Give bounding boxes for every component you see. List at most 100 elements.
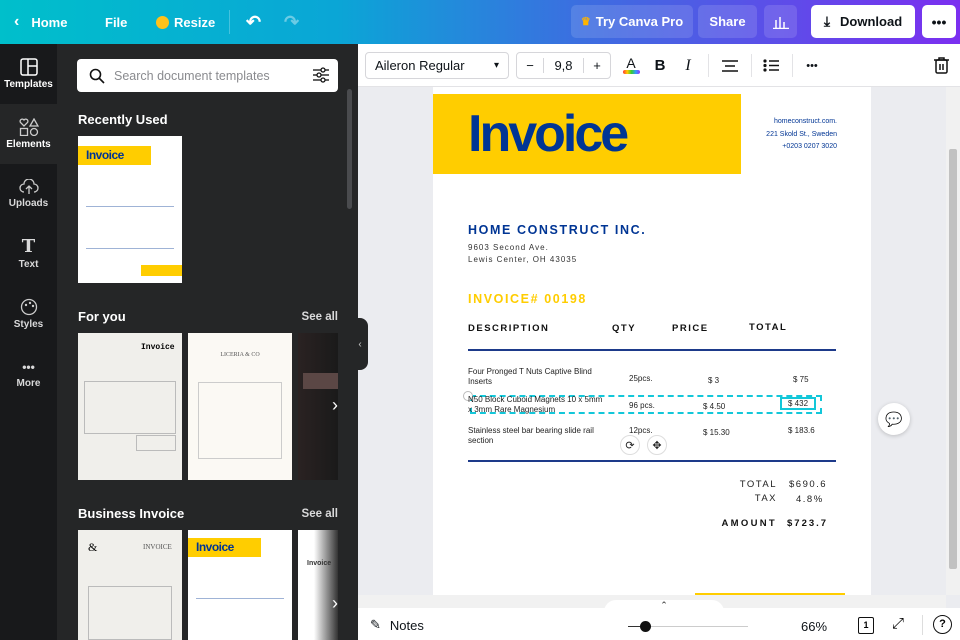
- divider: [468, 460, 836, 462]
- row-description: N50 Block Cuboid Magnets 10 x 5mm x 3mm …: [468, 395, 603, 414]
- row-price: $ 4.50: [703, 402, 726, 411]
- zoom-slider-handle[interactable]: [640, 621, 651, 632]
- rail-uploads[interactable]: Uploads: [0, 164, 57, 224]
- rail-more[interactable]: ••• More: [0, 344, 57, 404]
- rail-elements[interactable]: Elements: [0, 104, 57, 164]
- more-options-icon[interactable]: •••: [922, 5, 956, 38]
- divider: [468, 349, 836, 351]
- contact-block[interactable]: homeconstruct.com. 221 Skold St., Sweden…: [766, 116, 837, 154]
- crown-icon: ♛: [580, 16, 591, 28]
- business-invoice-heading: Business Invoice: [78, 506, 185, 521]
- template-thumbnail[interactable]: & INVOICE: [78, 530, 182, 640]
- help-icon[interactable]: ?: [933, 615, 952, 634]
- amount-label: AMOUNT: [721, 518, 777, 529]
- font-size-input[interactable]: 9,8: [544, 58, 583, 73]
- collapse-panel-button[interactable]: ‹: [352, 318, 368, 370]
- filter-icon[interactable]: [313, 67, 329, 86]
- row-description: Stainless steel bar bearing slide rail s…: [468, 426, 594, 445]
- thumb-title: Invoice: [86, 148, 124, 162]
- thumb-title: LICERIA & CO: [220, 352, 260, 358]
- template-search-input[interactable]: Search document templates: [77, 59, 338, 92]
- divider: [922, 615, 923, 635]
- more-icon[interactable]: •••: [800, 52, 824, 79]
- chevron-right-icon[interactable]: ›: [322, 590, 348, 616]
- palette-icon: [20, 298, 37, 316]
- for-you-heading: For you: [78, 309, 126, 324]
- text-color-icon[interactable]: A: [621, 52, 641, 79]
- top-bar: ‹ Home File Resize ↶ ↷ ♛ Try Canva Pro Sha…: [0, 0, 960, 44]
- thumb-title: Invoice: [196, 540, 234, 554]
- text-toolbar: Aileron Regular ▾ − 9,8 + A B I •••: [358, 44, 960, 87]
- trash-icon[interactable]: [931, 52, 951, 79]
- rail-label: Styles: [13, 319, 44, 330]
- home-button[interactable]: ‹ Home: [14, 0, 67, 44]
- invoice-number[interactable]: INVOICE# 00198: [468, 292, 587, 306]
- side-rail: Templates Elements Uploads T Text Styles …: [0, 44, 57, 640]
- increase-font-size-button[interactable]: +: [583, 58, 610, 73]
- more-icon: •••: [22, 359, 35, 374]
- share-button[interactable]: Share: [698, 5, 757, 38]
- recent-template-thumbnail[interactable]: Invoice: [78, 136, 182, 283]
- thumb-title: Invoice: [307, 560, 332, 567]
- template-thumbnail[interactable]: Invoice: [78, 333, 182, 480]
- thumb-title: INVOICE: [143, 543, 172, 551]
- try-canva-pro-button[interactable]: ♛ Try Canva Pro: [571, 5, 693, 38]
- scroll-thumb[interactable]: [949, 149, 957, 569]
- undo-icon[interactable]: ↶: [246, 0, 261, 44]
- notes-icon: ✎: [370, 617, 381, 632]
- page-count-button[interactable]: 1: [858, 617, 874, 634]
- panel-scrollbar[interactable]: [347, 89, 352, 209]
- rotate-icon[interactable]: ⟳: [620, 435, 640, 455]
- row-price: $ 3: [708, 376, 720, 385]
- zoom-level[interactable]: 66%: [801, 619, 827, 634]
- rail-text[interactable]: T Text: [0, 224, 57, 284]
- italic-icon[interactable]: I: [678, 52, 698, 79]
- amount-value: $723.7: [787, 518, 829, 529]
- list-icon[interactable]: [759, 52, 783, 79]
- font-family-select[interactable]: Aileron Regular ▾: [365, 52, 509, 79]
- recently-used-heading: Recently Used: [78, 112, 168, 127]
- total-value: $690.6: [789, 479, 828, 490]
- for-you-see-all-link[interactable]: See all: [302, 311, 338, 323]
- file-menu[interactable]: File: [105, 0, 127, 44]
- rail-styles[interactable]: Styles: [0, 284, 57, 344]
- row-price: $ 15.30: [703, 428, 730, 437]
- decrease-font-size-button[interactable]: −: [517, 58, 544, 73]
- rail-label: Text: [18, 259, 39, 270]
- resize-label: Resize: [174, 14, 216, 30]
- fullscreen-icon[interactable]: ⤢: [892, 615, 904, 632]
- header-total: TOTAL: [749, 322, 788, 333]
- invoice-title[interactable]: Invoice: [468, 104, 629, 164]
- insights-icon[interactable]: [764, 5, 797, 38]
- total-label: TOTAL: [739, 479, 777, 490]
- align-center-icon[interactable]: [718, 52, 742, 79]
- font-size-stepper: − 9,8 +: [516, 52, 611, 79]
- invoice-page[interactable]: Invoice homeconstruct.com. 221 Skold St.…: [433, 87, 871, 595]
- divider: [708, 54, 709, 77]
- bold-icon[interactable]: B: [650, 52, 670, 79]
- template-thumbnail[interactable]: LICERIA & CO: [188, 333, 292, 480]
- rail-templates[interactable]: Templates: [0, 44, 57, 104]
- move-icon[interactable]: ✥: [647, 435, 667, 455]
- chevron-right-icon[interactable]: ›: [322, 392, 348, 418]
- row-total-selected[interactable]: $ 432: [780, 397, 817, 410]
- redo-icon[interactable]: ↷: [284, 0, 299, 44]
- template-thumbnail[interactable]: Invoice: [298, 530, 338, 640]
- zoom-slider[interactable]: [628, 621, 748, 632]
- divider: [751, 54, 752, 77]
- download-button[interactable]: ⤓ Download: [811, 5, 915, 38]
- vertical-scrollbar[interactable]: [946, 87, 960, 595]
- text-icon: T: [21, 236, 36, 257]
- search-placeholder: Search document templates: [114, 68, 270, 83]
- add-comment-icon[interactable]: 💬: [878, 403, 910, 435]
- notes-button[interactable]: ✎ Notes: [370, 617, 424, 633]
- templates-icon: [19, 58, 38, 76]
- business-invoice-see-all-link[interactable]: See all: [302, 508, 338, 520]
- resize-button[interactable]: Resize: [156, 0, 215, 44]
- bottom-bar: ✎ Notes 66% 1 ⤢ ?: [358, 608, 960, 640]
- template-thumbnail[interactable]: Invoice: [188, 530, 292, 640]
- header-price: PRICE: [672, 323, 709, 334]
- company-address[interactable]: 9603 Second Ave. Lewis Center, OH 43035: [468, 242, 577, 266]
- company-name[interactable]: HOME CONSTRUCT INC.: [468, 223, 646, 237]
- rail-label: Elements: [6, 139, 51, 150]
